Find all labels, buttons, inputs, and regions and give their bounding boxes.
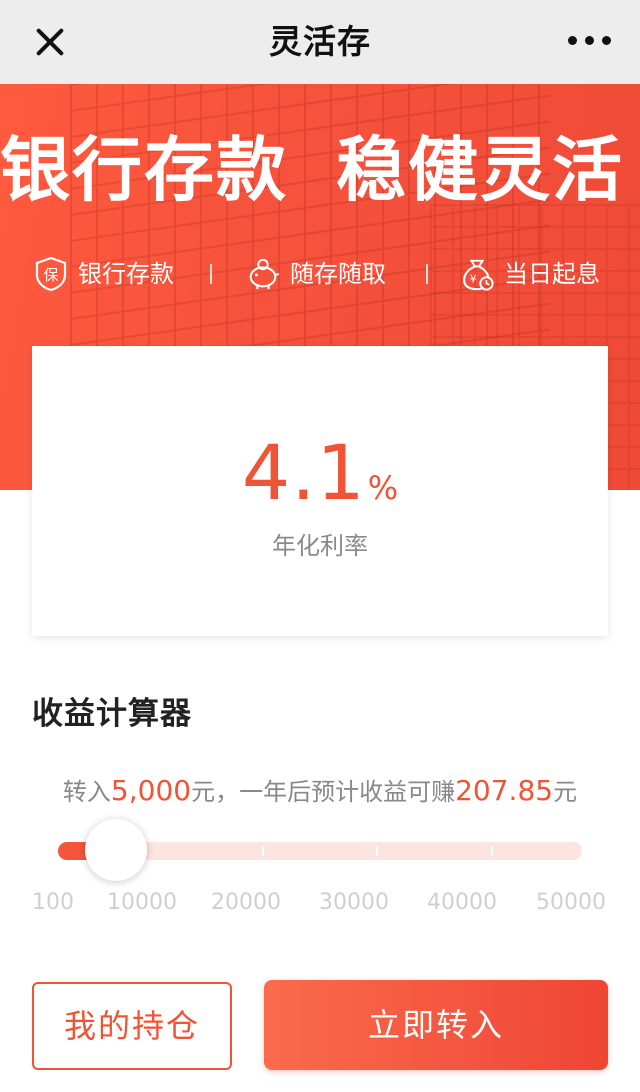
slider-tick — [491, 846, 493, 856]
feature-label: 当日起息 — [504, 260, 600, 288]
nav-bar: 灵活存 — [0, 0, 640, 84]
rate-label: 年化利率 — [272, 532, 368, 560]
page-title: 灵活存 — [269, 22, 371, 61]
deposit-amount: 5,000 — [110, 774, 192, 807]
rate-number: 4.1 — [241, 428, 366, 517]
scale-label: 20000 — [211, 890, 281, 915]
transfer-in-button[interactable]: 立即转入 — [264, 980, 608, 1070]
scale-label: 50000 — [536, 890, 606, 915]
estimated-earnings: 207.85 — [455, 774, 554, 807]
rate-value: 4.1% — [32, 428, 608, 518]
slider-tick — [376, 846, 378, 856]
slider-tick — [262, 846, 264, 856]
piggy-bank-icon — [249, 258, 280, 290]
svg-text:保: 保 — [43, 266, 58, 284]
rate-unit: % — [367, 469, 399, 507]
feature-divider — [426, 264, 428, 284]
scale-label: 40000 — [427, 890, 497, 915]
feature-list: 保 银行存款 随存随取 ¥ 当日起息 — [0, 254, 640, 294]
desc-suffix: 元 — [553, 778, 578, 806]
scale-label: 100 — [32, 890, 74, 915]
money-bag-clock-icon: ¥ — [463, 259, 494, 291]
feature-label: 随存随取 — [290, 260, 386, 288]
slogan-left: 银行存款 — [0, 129, 288, 211]
amount-slider-thumb[interactable] — [85, 819, 147, 881]
desc-prefix: 转入 — [62, 778, 111, 806]
rate-card: 4.1% 年化利率 — [32, 346, 608, 636]
desc-middle: 元，一年后预计收益可赚 — [191, 778, 456, 806]
slogan-right: 稳健灵活 — [336, 129, 624, 211]
slider-scale: 100 10000 20000 30000 40000 50000 — [0, 890, 640, 920]
feature-divider — [210, 264, 212, 284]
scale-label: 30000 — [319, 890, 389, 915]
shield-icon: 保 — [35, 256, 67, 292]
calculator-description: 转入5,000元，一年后预计收益可赚207.85元 — [0, 772, 640, 807]
my-holdings-button[interactable]: 我的持仓 — [32, 982, 232, 1070]
banner-slogan: 银行存款 稳健灵活 — [0, 128, 640, 212]
feature-label: 银行存款 — [78, 260, 174, 288]
page: 灵活存 银行存款 稳健灵活 保 银行存款 随存随取 ¥ 当日起息 4.1% 年化… — [0, 0, 640, 1092]
more-icon[interactable] — [568, 34, 612, 48]
scale-label: 10000 — [107, 890, 177, 915]
calculator-title: 收益计算器 — [32, 696, 192, 732]
svg-text:¥: ¥ — [470, 274, 477, 286]
